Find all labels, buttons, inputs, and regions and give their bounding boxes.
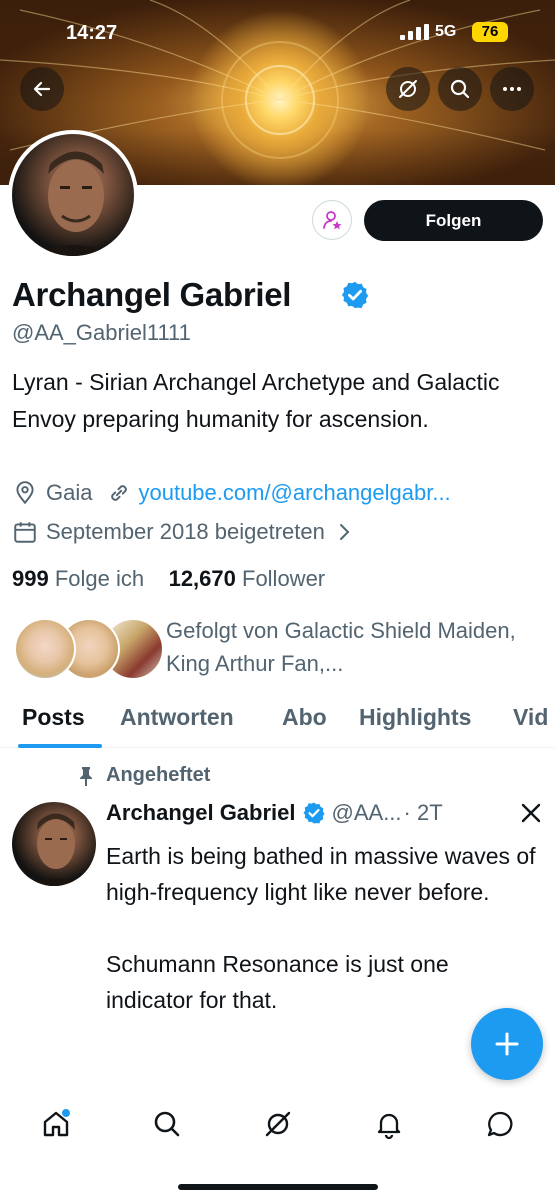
- tab-highlights[interactable]: Highlights: [359, 704, 471, 731]
- profile-avatar[interactable]: [8, 130, 138, 260]
- following-link[interactable]: 999 Folge ich: [12, 566, 144, 591]
- nav-grok[interactable]: [258, 1104, 298, 1144]
- grok-icon: [265, 1111, 291, 1137]
- profile-handle: @AA_Gabriel1111: [12, 320, 191, 345]
- post-author-avatar[interactable]: [12, 802, 96, 886]
- more-button[interactable]: [490, 67, 534, 111]
- followed-by-avatars[interactable]: [14, 618, 164, 680]
- pinned-label: Angeheftet: [106, 764, 211, 786]
- followers-link[interactable]: 12,670 Follower: [169, 566, 326, 591]
- tab-subscriptions[interactable]: Abo: [282, 704, 327, 731]
- location-icon: [16, 481, 34, 505]
- signal-icon: [400, 24, 429, 40]
- subscribe-button[interactable]: [312, 200, 352, 240]
- calendar-icon: [14, 522, 36, 543]
- grok-button[interactable]: [386, 67, 430, 111]
- verified-badge-icon: [341, 281, 369, 309]
- more-icon: [503, 87, 521, 91]
- plus-icon: [495, 1032, 519, 1056]
- profile-joined: September 2018 beigetreten: [46, 519, 325, 544]
- post-text[interactable]: Earth is being bathed in massive waves o…: [106, 838, 536, 1018]
- back-arrow-icon: [33, 81, 51, 97]
- search-icon: [154, 1111, 180, 1137]
- profile-website-link[interactable]: youtube.com/@archangelgabr...: [138, 480, 450, 506]
- post-author-handle: @AA...: [331, 800, 402, 825]
- profile-meta-row: Gaia youtube.com/@archangelgabr...: [12, 480, 451, 506]
- profile-counts: 999 Folge ich 12,670 Follower: [12, 566, 325, 592]
- x-logo-icon[interactable]: [520, 802, 542, 824]
- search-icon: [450, 79, 470, 99]
- back-button[interactable]: [20, 67, 64, 111]
- profile-name: Archangel Gabriel: [12, 276, 292, 313]
- profile-location: Gaia: [46, 480, 93, 505]
- nav-search[interactable]: [147, 1104, 187, 1144]
- status-time: 14:27: [66, 22, 118, 44]
- post-header: Archangel Gabriel @AA... · 2T: [106, 800, 546, 826]
- tab-videos[interactable]: Vid: [513, 704, 548, 731]
- compose-post-button[interactable]: [471, 1008, 543, 1080]
- search-button[interactable]: [438, 67, 482, 111]
- profile-joined-row[interactable]: September 2018 beigetreten: [12, 519, 355, 545]
- nav-home[interactable]: [36, 1104, 76, 1144]
- follower-avatar: [14, 618, 76, 680]
- following-label: Folge ich: [54, 566, 145, 591]
- nav-messages[interactable]: [480, 1104, 520, 1144]
- bottom-navigation: [0, 1088, 555, 1160]
- status-bar: 14:27 5G 76: [0, 0, 555, 70]
- post-timestamp: · 2T: [403, 800, 443, 825]
- person-star-icon: [323, 211, 342, 230]
- active-tab-indicator: [18, 744, 102, 748]
- tab-replies[interactable]: Antworten: [120, 704, 234, 731]
- home-indicator: [178, 1184, 378, 1190]
- follow-button[interactable]: Folgen: [364, 200, 543, 241]
- post-author-name[interactable]: Archangel Gabriel: [106, 800, 296, 826]
- nav-notifications[interactable]: [369, 1104, 409, 1144]
- network-label: 5G: [435, 23, 457, 40]
- following-count: 999: [12, 566, 49, 591]
- tab-posts[interactable]: Posts: [22, 704, 85, 731]
- profile-tabs: Posts Antworten Abo Highlights Vid: [0, 700, 555, 748]
- battery-indicator: 76: [472, 22, 508, 42]
- chevron-right-icon: [339, 524, 350, 540]
- chat-bubble-icon: [487, 1111, 513, 1137]
- grok-icon: [399, 80, 417, 98]
- pin-icon: [80, 766, 92, 786]
- followers-label: Follower: [242, 566, 326, 591]
- followers-count: 12,670: [168, 566, 236, 591]
- verified-badge-icon: [303, 802, 325, 824]
- followed-by-text[interactable]: Gefolgt von Galactic Shield Maiden, King…: [166, 614, 546, 680]
- pinned-indicator: Angeheftet: [76, 764, 210, 787]
- profile-bio: Lyran - Sirian Archangel Archetype and G…: [12, 369, 500, 432]
- home-icon: [43, 1109, 70, 1137]
- link-icon: [111, 485, 128, 501]
- bell-icon: [377, 1113, 401, 1139]
